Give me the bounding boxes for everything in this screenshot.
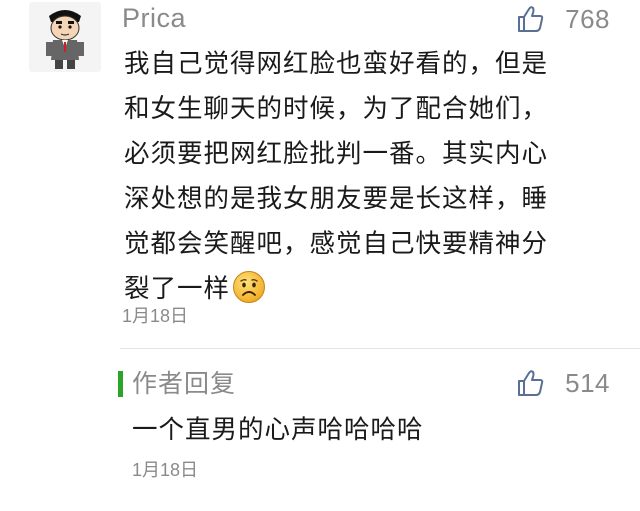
comment-date: 1月18日: [122, 306, 189, 326]
author-reply: 作者回复 514 一个直男的心声哈哈哈哈 1月18日: [0, 350, 640, 511]
reply-text: 一个直男的心声哈哈哈哈: [132, 415, 424, 445]
author-reply-label: 作者回复: [132, 369, 237, 398]
reply-like-button[interactable]: 514: [515, 367, 610, 399]
reply-accent-bar: [118, 371, 123, 397]
divider: [120, 348, 640, 349]
cartoon-avatar-icon: [29, 2, 101, 72]
thumbs-up-icon: [518, 370, 544, 396]
comment-item: Prica 768 我自己觉得网红脸也蛮好看的，但是 和女生聊天的时候，为了配合…: [0, 0, 640, 340]
comment-line: 和女生聊天的时候，为了配合她们，: [124, 94, 549, 124]
comment-line: 必须要把网红脸批判一番。其实内心: [124, 139, 549, 169]
sad-face-icon: [233, 271, 266, 303]
thumbs-up-icon: [518, 6, 544, 32]
username[interactable]: Prica: [122, 0, 186, 36]
comment-like-button[interactable]: 768: [515, 3, 610, 35]
avatar[interactable]: [29, 2, 101, 72]
comment-like-count: 768: [565, 3, 610, 34]
reply-like-count: 514: [565, 367, 610, 398]
comment-line: 深处想的是我女朋友要是长这样，睡: [124, 184, 549, 214]
comment-text: 我自己觉得网红脸也蛮好看的，但是 和女生聊天的时候，为了配合她们， 必须要把网红…: [124, 42, 614, 312]
comment-line-last: 裂了一样: [124, 267, 614, 312]
comment-line: 我自己觉得网红脸也蛮好看的，但是: [124, 49, 549, 79]
comment-line: 觉都会笑醒吧，感觉自己快要精神分: [124, 229, 549, 259]
comment-line: 裂了一样: [124, 274, 231, 304]
reply-date: 1月18日: [132, 460, 199, 480]
